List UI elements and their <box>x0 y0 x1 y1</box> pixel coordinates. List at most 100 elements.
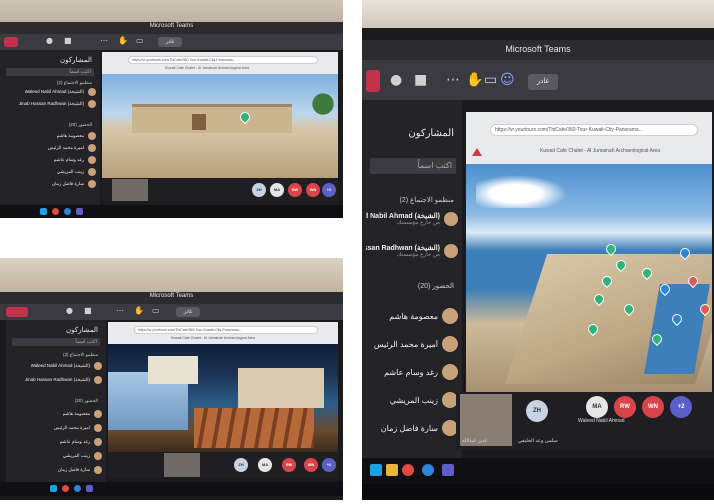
participant-row[interactable]: Jinab Hassan Radhwan (الشيخة) <box>10 376 102 384</box>
participant-tile[interactable]: ZH <box>526 400 548 422</box>
participant-tile[interactable]: MA <box>258 458 272 472</box>
participant-row[interactable]: زينب المريشي <box>4 168 96 176</box>
mic-icon[interactable]: ● <box>46 36 53 45</box>
participant-tile[interactable]: +2 <box>670 396 692 418</box>
chat-icon[interactable]: ▭ <box>152 306 160 315</box>
participant-tile[interactable]: RW <box>614 396 636 418</box>
edge-icon[interactable] <box>64 208 71 215</box>
participant-tile[interactable]: +2 <box>322 183 336 197</box>
more-icon[interactable]: ⋯ <box>100 36 108 45</box>
participant-row[interactable]: معصومة هاشم <box>366 308 458 324</box>
participant-row[interactable]: رغد وسام عاشم <box>366 364 458 380</box>
search-input[interactable]: اكتب اسماً <box>6 68 94 76</box>
address-bar[interactable]: https://vr.yourtours.com/ThiCafe/360-Tou… <box>128 56 318 64</box>
share-button[interactable]: غادر <box>528 74 558 90</box>
participant-row[interactable]: زينب المريشي <box>366 392 458 408</box>
participant-row[interactable]: أميرة محمد الرئيس <box>4 144 96 152</box>
shared-browser: https://vr.yourtours.com/ThiCafe/360-Tou… <box>102 52 338 178</box>
participant-row[interactable]: Waleed Nabil Ahmad (الشيخة) <box>10 362 102 370</box>
participant-name: معصومة هاشم <box>56 133 84 138</box>
participant-row[interactable]: Jinab Hassan Radhwan (الشيخة) من خارج مؤ… <box>366 244 458 258</box>
leave-button[interactable] <box>4 37 18 47</box>
photo-top-left: Microsoft Teams ● ■ ⋯ ✋ ▭ غادر المشاركون… <box>0 0 343 218</box>
hand-icon[interactable]: ✋ <box>134 306 144 315</box>
mic-icon[interactable]: ● <box>66 306 73 315</box>
meeting-toolbar: ● ■ ⋯ ✋ ▭ ☺ غادر <box>362 60 714 100</box>
camera-icon[interactable]: ■ <box>414 72 427 88</box>
hand-icon[interactable]: ✋ <box>466 72 483 88</box>
chat-icon[interactable]: ▭ <box>136 36 144 45</box>
participant-name: معصومة هاشم <box>389 311 438 321</box>
search-input[interactable]: اكتب اسماً <box>12 338 100 346</box>
share-button[interactable]: غادر <box>176 307 200 317</box>
address-bar[interactable]: https://vr.yourtours.com/ThiCafe/360-Tou… <box>490 124 698 136</box>
panorama-view[interactable] <box>102 74 338 178</box>
participant-row[interactable]: سارة فاضل زمان <box>4 180 96 188</box>
teams-icon[interactable] <box>76 208 83 215</box>
camera-icon[interactable]: ■ <box>64 36 72 45</box>
chrome-icon[interactable] <box>62 485 69 492</box>
participant-tile[interactable]: RW <box>288 183 302 197</box>
wall-background <box>0 258 343 292</box>
participant-row[interactable]: سارة فاضل زمان <box>366 420 458 436</box>
chat-icon[interactable]: ▭ <box>484 72 497 88</box>
windows-icon[interactable] <box>40 208 47 215</box>
participant-row[interactable]: Jinab Hassan Radhwan (الشيخة) <box>4 100 96 108</box>
participant-tile[interactable]: ZH <box>234 458 248 472</box>
participant-tile[interactable]: RW <box>282 458 296 472</box>
participant-tile[interactable]: WN <box>642 396 664 418</box>
participant-row[interactable]: رغد وسام عاشم <box>10 438 102 446</box>
hand-icon[interactable]: ✋ <box>118 36 128 45</box>
palm-tree <box>312 92 334 132</box>
participant-row[interactable]: Waleed Nabil Ahmad (الشيخة) من خارج مؤسس… <box>366 212 458 226</box>
avatar <box>88 180 96 188</box>
group-attendees: الحضور (20) <box>68 122 92 127</box>
edge-icon[interactable] <box>422 464 434 476</box>
folder-icon[interactable] <box>386 464 398 476</box>
address-bar[interactable]: https://vr.yourtours.com/ThiCafe/360-Tou… <box>134 326 318 334</box>
windows-icon[interactable] <box>50 485 57 492</box>
participant-row[interactable]: سارة فاضل زمان <box>10 466 102 474</box>
participant-name: سارة فاضل زمان <box>380 423 438 433</box>
participant-row[interactable]: زينب المريشي <box>10 452 102 460</box>
monitor-bezel <box>362 484 714 500</box>
photo-right: Microsoft Teams ● ■ ⋯ ✋ ▭ ☺ غادر المشارك… <box>362 0 714 500</box>
participant-tile[interactable]: MA <box>270 183 284 197</box>
more-icon[interactable]: ⋯ <box>116 306 124 315</box>
search-input[interactable]: اكتب اسماً <box>370 158 456 174</box>
windows-icon[interactable] <box>370 464 382 476</box>
panorama-view[interactable] <box>466 164 712 392</box>
teams-title-bar: Microsoft Teams <box>0 22 343 34</box>
participant-tile[interactable]: +2 <box>322 458 336 472</box>
participant-row[interactable]: معصومة هاشم <box>4 132 96 140</box>
teams-icon[interactable] <box>86 485 93 492</box>
photo-bottom-left: Microsoft Teams ● ■ ⋯ ✋ ▭ غادر المشاركون… <box>0 258 343 500</box>
mic-icon[interactable]: ● <box>390 72 402 88</box>
participants-icon[interactable]: ☺ <box>500 72 515 88</box>
edge-icon[interactable] <box>74 485 81 492</box>
group-attendees: الحضور (20) <box>417 283 454 290</box>
chrome-icon[interactable] <box>402 464 414 476</box>
participant-row[interactable]: أميرة محمد الرئيس <box>366 336 458 352</box>
teams-icon[interactable] <box>442 464 454 476</box>
participant-tile[interactable]: MA <box>586 396 608 418</box>
participant-row[interactable]: Waleed Nabil Ahmad (الشيخة) <box>4 88 96 96</box>
participant-row[interactable]: معصومة هاشم <box>10 410 102 418</box>
panorama-view[interactable] <box>108 344 338 452</box>
participant-tile[interactable]: WN <box>306 183 320 197</box>
participant-row[interactable]: أميرة محمد الرئيس <box>10 424 102 432</box>
participant-tile[interactable]: WN <box>304 458 318 472</box>
avatar <box>94 438 102 446</box>
participant-row[interactable]: رغد وسام عاشم <box>4 156 96 164</box>
participant-tile[interactable]: ZH <box>252 183 266 197</box>
share-button[interactable]: غادر <box>158 37 182 47</box>
chrome-icon[interactable] <box>52 208 59 215</box>
wall-background <box>362 0 714 28</box>
more-icon[interactable]: ⋯ <box>446 72 460 88</box>
building <box>132 104 292 133</box>
participant-name: أميرة محمد الرئيس <box>53 425 90 430</box>
leave-button[interactable] <box>366 70 380 92</box>
leave-button[interactable] <box>6 307 28 317</box>
camera-icon[interactable]: ■ <box>84 306 92 315</box>
avatar <box>88 88 96 96</box>
